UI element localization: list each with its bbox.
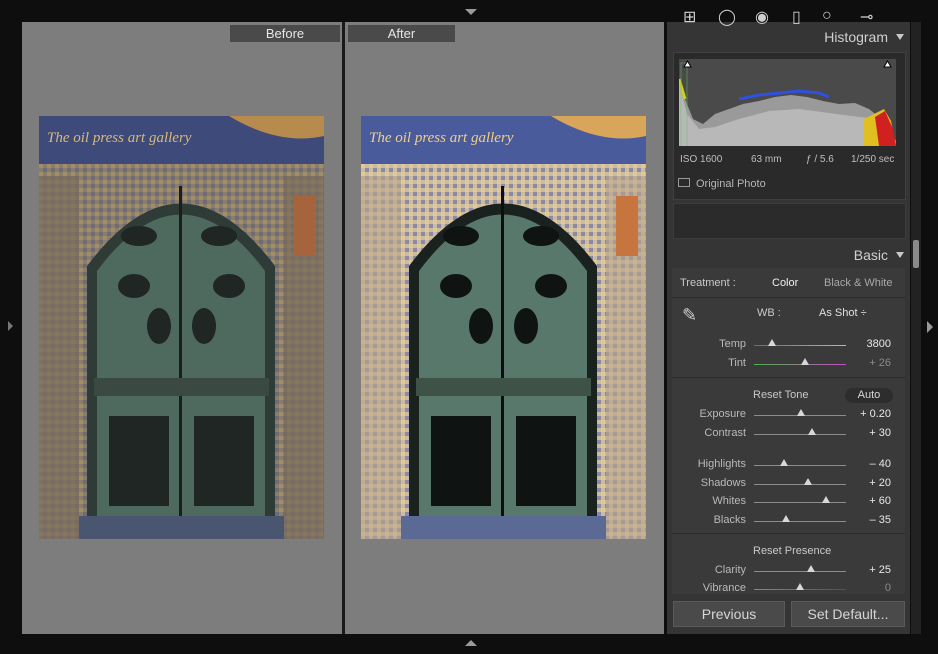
basic-title: Basic [853,247,888,263]
shadows-value[interactable]: + 20 [851,477,891,489]
reset-presence-button[interactable]: Reset Presence [753,545,831,557]
clarity-slider-track[interactable] [754,571,846,572]
blacks-label: Blacks [713,514,746,526]
after-label: After [348,25,455,42]
temp-label: Temp [719,338,746,350]
vibrance-label: Vibrance [702,582,746,594]
collapse-triangle-icon[interactable] [896,34,904,40]
auto-tone-button[interactable]: Auto [845,388,893,403]
after-photo[interactable]: The oil press art gallery [361,116,646,539]
treatment-label: Treatment : [680,277,736,289]
histogram-graph [679,59,896,146]
tint-label: Tint [728,357,746,369]
highlights-label: Highlights [697,458,746,470]
temp-value[interactable]: 3800 [851,338,891,350]
panel-scrollbar[interactable] [911,22,921,634]
previous-button[interactable]: Previous [673,601,785,627]
panel-scroll-thumb[interactable] [913,240,919,268]
collapse-triangle-icon[interactable] [896,252,904,258]
shadows-slider-track[interactable] [754,484,846,485]
exposure-label: Exposure [699,408,746,420]
graduated-filter-icon[interactable]: ▯ [792,7,801,27]
treatment-color-option[interactable]: Color [772,277,798,289]
shadows-label: Shadows [700,477,746,489]
histogram-shutter: 1/250 sec [851,154,895,165]
adjustment-brush-icon[interactable]: ⊸ [860,7,873,27]
highlights-slider-track[interactable] [754,465,846,466]
contrast-slider-thumb[interactable] [807,428,816,435]
before-photo[interactable]: The oil press art gallery [39,116,324,539]
spot-removal-icon[interactable]: ◯ [718,7,736,27]
reset-tone-button[interactable]: Reset Tone [753,389,808,401]
divider [672,297,905,298]
exposure-slider-thumb[interactable] [796,409,805,416]
divider [672,377,905,378]
histogram-aperture: ƒ / 5.6 [806,154,834,165]
temp-slider-thumb[interactable] [768,339,777,346]
clarity-label: Clarity [714,564,746,576]
tint-value[interactable]: + 26 [851,357,891,369]
wb-select[interactable]: As Shot ÷ [819,307,867,319]
whites-slider-thumb[interactable] [821,496,830,503]
histogram-header[interactable]: Histogram [824,29,904,45]
red-eye-icon[interactable]: ◉ [755,7,769,27]
treatment-bw-option[interactable]: Black & White [824,277,892,289]
original-photo-toggle[interactable]: Original Photo [678,178,766,190]
tint-slider-thumb[interactable] [800,358,809,365]
contrast-slider-track[interactable] [754,434,846,435]
radial-filter-icon[interactable]: ○ [822,7,832,25]
photo-caption-after: The oil press art gallery [369,130,514,146]
right-panel-toggle-icon[interactable] [927,321,933,333]
highlights-slider-thumb[interactable] [780,459,789,466]
checkbox-icon[interactable] [678,178,690,187]
left-panel-toggle-icon[interactable] [8,321,13,331]
crop-overlay-icon[interactable]: ⊞ [683,7,696,27]
blacks-slider-track[interactable] [754,521,846,522]
before-label: Before [230,25,340,42]
tool-strip [673,203,906,239]
vibrance-slider-thumb[interactable] [796,583,804,590]
histogram-iso: ISO 1600 [680,154,723,165]
blacks-value[interactable]: – 35 [851,514,891,526]
whites-label: Whites [712,495,746,507]
whites-value[interactable]: + 60 [851,495,891,507]
vibrance-value[interactable]: 0 [851,582,891,594]
blacks-slider-thumb[interactable] [782,515,791,522]
top-panel-toggle-icon[interactable] [465,9,477,15]
whites-slider-track[interactable] [754,502,846,503]
histogram-focal-length: 63 mm [751,154,782,165]
divider [672,533,905,534]
photo-caption-before: The oil press art gallery [47,130,192,146]
clarity-slider-thumb[interactable] [807,565,816,572]
contrast-value[interactable]: + 30 [851,427,891,439]
exposure-value[interactable]: + 0.20 [851,408,891,420]
original-photo-label: Original Photo [696,178,766,190]
wb-label: WB : [757,307,781,319]
clarity-value[interactable]: + 25 [851,564,891,576]
highlights-value[interactable]: – 40 [851,458,891,470]
shadows-slider-thumb[interactable] [804,478,813,485]
histogram-title: Histogram [824,29,888,45]
wb-eyedropper-icon[interactable]: ✎ [682,305,697,326]
contrast-label: Contrast [704,427,746,439]
set-default-button[interactable]: Set Default... [791,601,905,627]
bottom-panel-toggle-icon[interactable] [465,640,477,646]
basic-header[interactable]: Basic [854,247,904,263]
